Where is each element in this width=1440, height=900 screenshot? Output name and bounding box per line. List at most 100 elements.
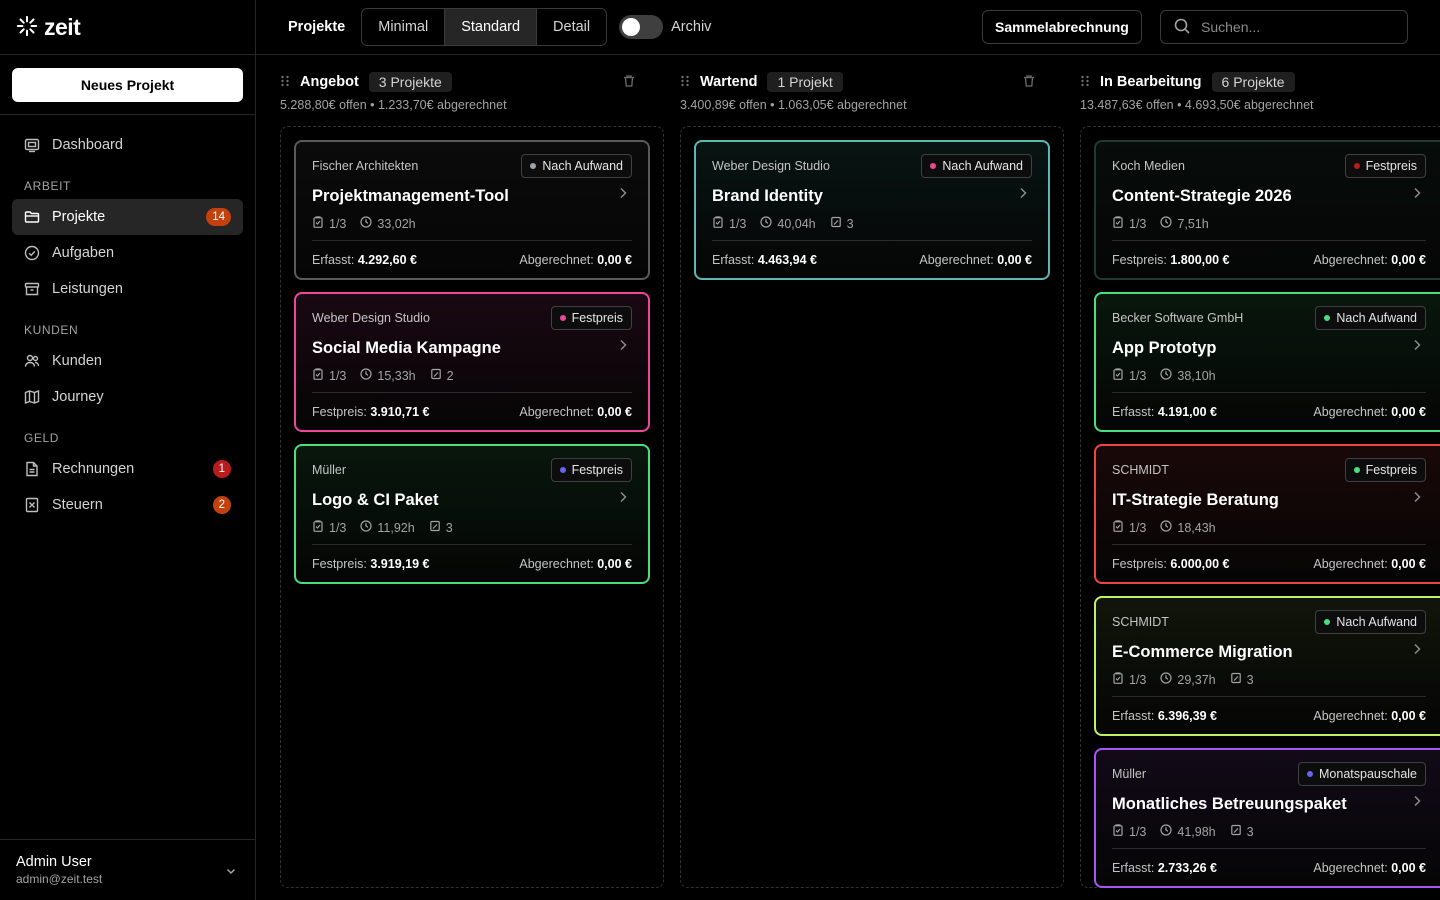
search-input[interactable] — [1201, 19, 1391, 35]
clock-icon — [1160, 216, 1172, 231]
note-icon — [429, 520, 441, 535]
project-card[interactable]: Becker Software GmbH Nach Aufwand App Prot… — [1094, 292, 1440, 432]
clock-icon — [1160, 672, 1172, 687]
tag-dot — [930, 163, 937, 169]
card-meta: 1/3 38,10h — [1112, 368, 1426, 383]
project-card[interactable]: Koch Medien Festpreis Content-Strategie 20… — [1094, 140, 1440, 280]
amount-left: Festpreis: 3.919,19 € — [312, 557, 429, 571]
new-project-area: Neues Projekt — [0, 55, 255, 115]
chevron-right-icon[interactable] — [618, 338, 628, 354]
sidebar-item-projekte[interactable]: Projekte 14 — [12, 199, 243, 235]
chevron-right-icon[interactable] — [618, 186, 628, 202]
clipboard-check-icon — [1112, 672, 1124, 687]
amount-value: 1.800,00 € — [1170, 252, 1230, 267]
trash-icon[interactable] — [1022, 74, 1036, 91]
tasks-meta: 1/3 — [1112, 216, 1146, 231]
card-footer: Festpreis: 1.800,00 € Abgerechnet: 0,00 € — [1112, 240, 1426, 278]
chevron-right-icon[interactable] — [1412, 490, 1422, 506]
file-icon — [24, 461, 40, 477]
clipboard-check-icon — [712, 216, 724, 231]
project-card[interactable]: Müller Monatspauschale Monatliches Betreuu… — [1094, 748, 1440, 888]
clipboard-check-icon — [1112, 520, 1124, 535]
amount-label: Festpreis: — [312, 404, 367, 419]
chevron-right-icon[interactable] — [1018, 186, 1028, 202]
new-project-button[interactable]: Neues Projekt — [12, 67, 243, 102]
project-card[interactable]: Müller Festpreis Logo & CI Paket 1/3 11,92h 3… — [294, 444, 650, 584]
trash-icon[interactable] — [622, 74, 636, 91]
amount-label: Erfasst: — [1112, 708, 1155, 723]
billed-label: Abgerechnet: — [1313, 252, 1388, 267]
amount-label: Erfasst: — [1112, 404, 1155, 419]
column-dropzone: Fischer Architekten Nach Aufwand Projektma… — [280, 126, 664, 888]
view-detail-button[interactable]: Detail — [537, 9, 606, 45]
hours-value: 15,33h — [377, 368, 416, 383]
users-icon — [24, 353, 40, 369]
card-footer: Erfasst: 6.396,39 € Abgerechnet: 0,00 € — [1112, 696, 1426, 734]
chevron-right-icon[interactable] — [1412, 338, 1422, 354]
billed-label: Abgerechnet: — [919, 252, 994, 267]
card-title: Logo & CI Paket — [312, 491, 439, 509]
view-minimal-button[interactable]: Minimal — [362, 9, 446, 45]
archive-icon — [24, 281, 40, 297]
tasks-meta: 1/3 — [712, 216, 746, 231]
tasks-count: 1/3 — [1129, 368, 1147, 383]
sidebar-item-label: Steuern — [52, 497, 103, 513]
card-meta: 1/3 41,98h 3 — [1112, 824, 1426, 839]
tasks-meta: 1/3 — [312, 216, 346, 231]
project-card[interactable]: SCHMIDT Nach Aufwand E-Commerce Migration 1… — [1094, 596, 1440, 736]
archive-toggle[interactable] — [619, 15, 664, 39]
project-card[interactable]: Weber Design Studio Nach Aufwand Brand Ide… — [694, 140, 1050, 280]
sidebar-item-kunden[interactable]: Kunden — [12, 343, 243, 379]
project-card[interactable]: Weber Design Studio Festpreis Social Media… — [294, 292, 650, 432]
clipboard-check-icon — [1112, 216, 1124, 231]
billing-type-badge: Festpreis — [1344, 458, 1426, 482]
chevron-right-icon[interactable] — [618, 490, 628, 506]
drag-handle-icon[interactable] — [680, 74, 690, 91]
card-title: App Prototyp — [1112, 339, 1217, 357]
billing-type-label: Nach Aufwand — [942, 159, 1023, 173]
chevron-right-icon[interactable] — [1412, 186, 1422, 202]
drag-handle-icon[interactable] — [280, 74, 290, 91]
view-standard-button[interactable]: Standard — [445, 9, 538, 45]
chevron-right-icon[interactable] — [1412, 794, 1422, 810]
hours-meta: 15,33h — [360, 368, 416, 383]
count-badge: 2 — [212, 496, 231, 514]
sidebar-item-aufgaben[interactable]: Aufgaben — [12, 235, 243, 271]
project-card[interactable]: Fischer Architekten Nach Aufwand Projektma… — [294, 140, 650, 280]
amount-label: Festpreis: — [1112, 252, 1167, 267]
logo[interactable]: zeit — [0, 0, 255, 55]
hours-meta: 41,98h — [1160, 824, 1216, 839]
column-wartend: Wartend 1 Projekt 3.400,89€ offen • 1.06… — [656, 56, 1064, 900]
billed-value: 0,00 € — [597, 252, 632, 267]
sidebar-item-journey[interactable]: Journey — [12, 379, 243, 415]
card-meta: 1/3 33,02h — [312, 216, 632, 231]
column-in-bearbeitung: In Bearbeitung 6 Projekte 13.487,63€ off… — [1056, 56, 1440, 900]
sidebar-item-steuern[interactable]: Steuern 2 — [12, 487, 243, 523]
note-icon — [430, 368, 442, 383]
amount-billed: Abgerechnet: 0,00 € — [519, 405, 632, 419]
hours-value: 40,04h — [777, 216, 816, 231]
amount-billed: Abgerechnet: 0,00 € — [1313, 709, 1426, 723]
card-footer: Erfasst: 4.463,94 € Abgerechnet: 0,00 € — [712, 240, 1032, 278]
sidebar-item-leistungen[interactable]: Leistungen — [12, 271, 243, 307]
hours-value: 18,43h — [1177, 520, 1216, 535]
billing-type-label: Nach Aufwand — [542, 159, 623, 173]
sidebar-item-rechnungen[interactable]: Rechnungen 1 — [12, 451, 243, 487]
tasks-count: 1/3 — [1129, 216, 1147, 231]
drag-handle-icon[interactable] — [1080, 74, 1090, 91]
billing-type-badge: Nach Aufwand — [1315, 610, 1426, 634]
chevron-right-icon[interactable] — [1412, 642, 1422, 658]
sidebar-item-dashboard[interactable]: Dashboard — [12, 127, 243, 163]
user-menu[interactable]: Admin User admin@zeit.test — [0, 839, 255, 900]
sammelabrechnung-button[interactable]: Sammelabrechnung — [982, 10, 1142, 44]
notes-meta: 3 — [429, 520, 453, 535]
project-card[interactable]: SCHMIDT Festpreis IT-Strategie Beratung 1/3… — [1094, 444, 1440, 584]
tag-dot — [530, 163, 537, 169]
billed-label: Abgerechnet: — [1313, 708, 1388, 723]
billing-type-label: Festpreis — [1365, 159, 1417, 173]
billing-type-label: Festpreis — [571, 463, 623, 477]
amount-billed: Abgerechnet: 0,00 € — [519, 557, 632, 571]
billed-value: 0,00 € — [1391, 556, 1426, 571]
tasks-meta: 1/3 — [1112, 368, 1146, 383]
check-circle-icon — [24, 245, 40, 261]
